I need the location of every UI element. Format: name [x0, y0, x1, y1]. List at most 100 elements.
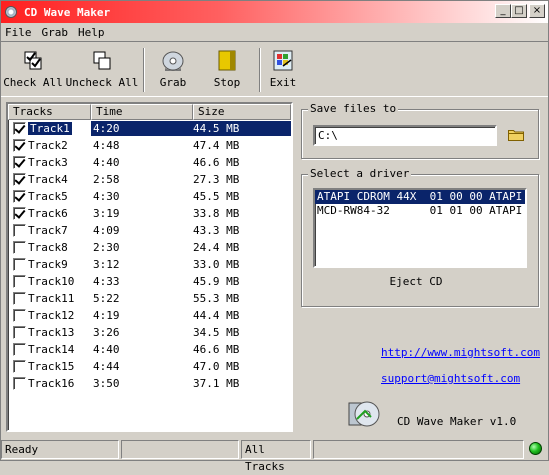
track-size: 55.3 MB	[193, 292, 240, 305]
track-row[interactable]: Track1 4:20 44.5 MB	[8, 120, 291, 137]
cd-app-icon	[4, 4, 20, 20]
track-name: Track16	[28, 377, 75, 390]
driver-item[interactable]: ATAPI CDROM 44X 01 00 00 ATAPI	[315, 190, 525, 204]
track-row[interactable]: Track6 3:19 33.8 MB	[8, 205, 291, 222]
track-row[interactable]: Track14 4:40 46.6 MB	[8, 341, 291, 358]
track-row[interactable]: Track3 4:40 46.6 MB	[8, 154, 291, 171]
website-link[interactable]: http://www.mightsoft.com	[381, 346, 540, 359]
column-header-time[interactable]: Time	[91, 104, 193, 120]
track-name: Track7	[28, 224, 68, 237]
support-email-link[interactable]: support@mightsoft.com	[381, 372, 520, 385]
uncheck-all-button[interactable]: Uncheck All	[65, 42, 139, 96]
track-row[interactable]: Track5 4:30 45.5 MB	[8, 188, 291, 205]
track-row[interactable]: Track2 4:48 47.4 MB	[8, 137, 291, 154]
track-time: 2:58	[93, 173, 120, 186]
track-time: 3:26	[93, 326, 120, 339]
track-checkbox[interactable]	[13, 309, 26, 322]
window-title: CD Wave Maker	[24, 5, 111, 19]
track-list[interactable]: Tracks Time Size Track1 4:20 44.5 MB Track2…	[6, 102, 293, 432]
track-row[interactable]: Track13 3:26 34.5 MB	[8, 324, 291, 341]
track-name: Track10	[28, 275, 75, 288]
track-size: 44.5 MB	[191, 121, 291, 136]
track-size: 44.4 MB	[193, 309, 240, 322]
column-header-tracks[interactable]: Tracks	[8, 104, 91, 120]
close-button[interactable]: ×	[529, 4, 545, 18]
track-checkbox[interactable]	[13, 156, 26, 169]
track-row[interactable]: Track11 5:22 55.3 MB	[8, 290, 291, 307]
status-middle	[121, 440, 239, 459]
grab-button[interactable]: Grab	[145, 42, 201, 96]
track-size: 27.3 MB	[193, 173, 240, 186]
eject-cd-button[interactable]: Eject CD	[361, 275, 471, 288]
track-time: 4:20	[91, 121, 191, 136]
track-row[interactable]: Track8 2:30 24.4 MB	[8, 239, 291, 256]
track-name: Track11	[28, 292, 75, 305]
menu-bar: File Grab Help	[1, 23, 548, 41]
track-name: Track12	[28, 309, 75, 322]
about-version: CD Wave Maker v1.0	[397, 415, 517, 428]
track-checkbox[interactable]	[13, 241, 26, 254]
track-size: 24.4 MB	[193, 241, 240, 254]
stop-icon	[215, 50, 239, 72]
track-row[interactable]: Track12 4:19 44.4 MB	[8, 307, 291, 324]
exit-label: Exit	[269, 76, 297, 89]
folder-icon[interactable]	[508, 128, 524, 141]
track-row[interactable]: Track7 4:09 43.3 MB	[8, 222, 291, 239]
track-time: 3:12	[93, 258, 120, 271]
track-name: Track14	[28, 343, 75, 356]
track-checkbox[interactable]	[13, 207, 26, 220]
track-time: 4:30	[93, 190, 120, 203]
menu-help[interactable]: Help	[78, 26, 105, 39]
check-all-label: Check All	[3, 76, 63, 89]
track-checkbox[interactable]	[13, 190, 26, 203]
stop-label: Stop	[213, 76, 241, 89]
track-row[interactable]: Track4 2:58 27.3 MB	[8, 171, 291, 188]
stop-button[interactable]: Stop	[201, 42, 253, 96]
track-size: 46.6 MB	[193, 156, 240, 169]
track-row[interactable]: Track15 4:44 47.0 MB	[8, 358, 291, 375]
menu-file[interactable]: File	[5, 26, 32, 39]
track-size: 34.5 MB	[193, 326, 240, 339]
track-size: 46.6 MB	[193, 343, 240, 356]
track-checkbox[interactable]	[13, 292, 26, 305]
maximize-button[interactable]: □	[511, 4, 527, 18]
title-bar[interactable]: CD Wave Maker _ □ ×	[1, 1, 548, 23]
track-row[interactable]: Track10 4:33 45.9 MB	[8, 273, 291, 290]
track-checkbox[interactable]	[13, 326, 26, 339]
track-time: 5:22	[93, 292, 120, 305]
driver-legend: Select a driver	[308, 167, 412, 180]
track-row[interactable]: Track9 3:12 33.0 MB	[8, 256, 291, 273]
column-header-size[interactable]: Size	[193, 104, 291, 120]
track-row[interactable]: Track16 3:50 37.1 MB	[8, 375, 291, 392]
track-checkbox[interactable]	[13, 377, 26, 390]
exit-icon	[271, 50, 295, 72]
track-checkbox[interactable]	[13, 139, 26, 152]
grab-label: Grab	[159, 76, 187, 89]
track-checkbox[interactable]	[13, 360, 26, 373]
track-time: 3:50	[93, 377, 120, 390]
exit-button[interactable]: Exit	[261, 42, 305, 96]
track-size: 33.0 MB	[193, 258, 240, 271]
status-led-icon	[529, 442, 542, 455]
track-size: 45.5 MB	[193, 190, 240, 203]
track-checkbox[interactable]	[13, 275, 26, 288]
save-path-input[interactable]: C:\	[313, 125, 497, 146]
uncheck-all-label: Uncheck All	[65, 76, 139, 89]
track-checkbox[interactable]	[13, 343, 26, 356]
track-checkbox[interactable]	[13, 258, 26, 271]
driver-item[interactable]: MCD-RW84-32 01 01 00 ATAPI	[315, 204, 525, 218]
track-time: 4:40	[93, 156, 120, 169]
driver-list[interactable]: ATAPI CDROM 44X 01 00 00 ATAPI MCD-RW84-…	[313, 188, 527, 268]
save-files-legend: Save files to	[308, 102, 399, 115]
track-size: 33.8 MB	[193, 207, 240, 220]
track-checkbox[interactable]	[13, 122, 26, 135]
track-name: Track5	[28, 190, 68, 203]
track-checkbox[interactable]	[13, 224, 26, 237]
track-time: 4:48	[93, 139, 120, 152]
track-time: 2:30	[93, 241, 120, 254]
track-checkbox[interactable]	[13, 173, 26, 186]
check-all-button[interactable]: Check All	[1, 42, 65, 96]
menu-grab[interactable]: Grab	[42, 26, 69, 39]
track-time: 4:33	[93, 275, 120, 288]
minimize-button[interactable]: _	[495, 4, 511, 18]
